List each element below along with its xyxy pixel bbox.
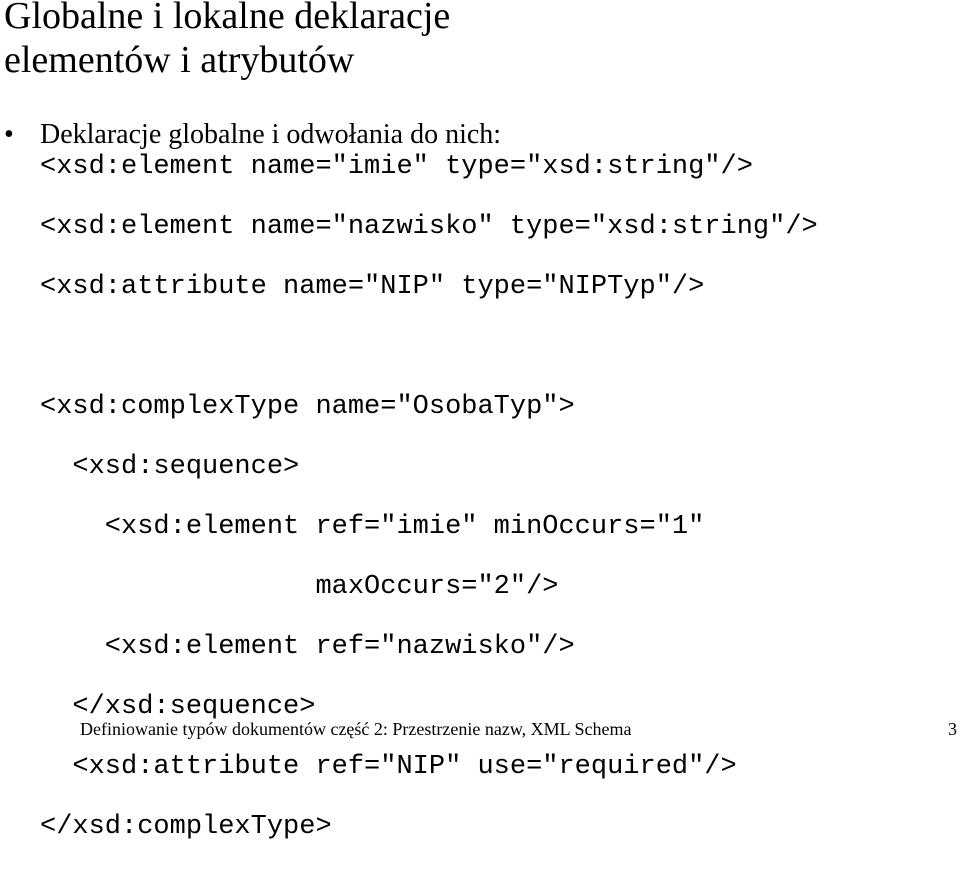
code-block: <xsd:element name="imie" type="xsd:strin… <box>40 152 818 872</box>
page-number: 3 <box>948 719 957 739</box>
code-line-5: <xsd:complexType name="OsobaTyp"> <box>40 392 575 422</box>
code-line-2: <xsd:element name="nazwisko" type="xsd:s… <box>40 212 818 242</box>
slide-title: Globalne i lokalne deklaracje elementów … <box>4 0 450 82</box>
bullet-text: Deklaracje globalne i odwołania do nich: <box>40 119 502 150</box>
code-line-9: <xsd:element ref="nazwisko"/> <box>40 632 575 662</box>
code-line-1: <xsd:element name="imie" type="xsd:strin… <box>40 152 753 182</box>
footer-text: Definiowanie typów dokumentów część 2: P… <box>80 719 632 739</box>
code-line-11: <xsd:attribute ref="NIP" use="required"/… <box>40 752 737 782</box>
code-line-12: </xsd:complexType> <box>40 812 332 842</box>
bullet-icon: • <box>4 119 14 150</box>
slide-title-line-1: Globalne i lokalne deklaracje <box>4 0 451 37</box>
code-line-3: <xsd:attribute name="NIP" type="NIPTyp"/… <box>40 272 705 302</box>
slide-title-line-2: elementów i atrybutów <box>4 39 355 81</box>
code-line-8: maxOccurs="2"/> <box>40 572 559 602</box>
code-line-6: <xsd:sequence> <box>40 452 300 482</box>
code-line-7: <xsd:element ref="imie" minOccurs="1" <box>40 512 705 542</box>
